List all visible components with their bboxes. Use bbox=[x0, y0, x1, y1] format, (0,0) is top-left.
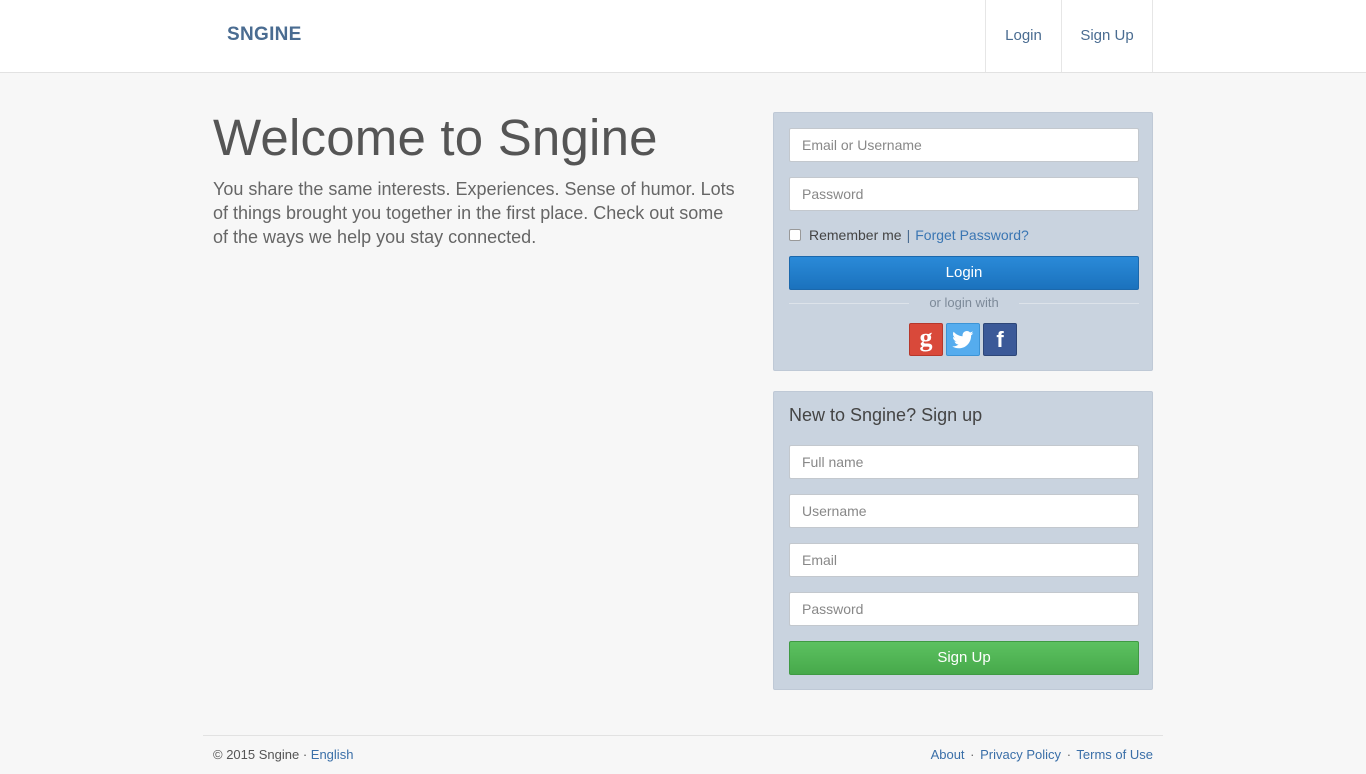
signup-email-input[interactable] bbox=[789, 543, 1139, 577]
login-panel: Remember me | Forget Password? Login or … bbox=[773, 112, 1153, 371]
google-login-button[interactable]: g bbox=[909, 323, 943, 356]
signup-username-input[interactable] bbox=[789, 494, 1139, 528]
signup-button[interactable]: Sign Up bbox=[789, 641, 1139, 675]
forget-password-link[interactable]: Forget Password? bbox=[915, 227, 1029, 243]
hero-description: You share the same interests. Experience… bbox=[213, 179, 735, 247]
about-link[interactable]: About bbox=[931, 747, 965, 762]
signup-fullname-input[interactable] bbox=[789, 445, 1139, 479]
facebook-icon: f bbox=[996, 326, 1004, 352]
remember-label: Remember me bbox=[809, 227, 902, 243]
twitter-icon bbox=[952, 330, 974, 348]
google-icon: g bbox=[919, 322, 933, 352]
twitter-login-button[interactable] bbox=[946, 323, 980, 356]
footer-divider bbox=[203, 735, 1163, 736]
signup-title: New to Sngine? Sign up bbox=[789, 405, 983, 425]
login-button[interactable]: Login bbox=[789, 256, 1139, 290]
footer-links: About · Privacy Policy · Terms of Use bbox=[931, 747, 1153, 762]
footer-left: © 2015 Sngine · English bbox=[213, 747, 353, 762]
facebook-login-button[interactable]: f bbox=[983, 323, 1017, 356]
signup-password-input[interactable] bbox=[789, 592, 1139, 626]
signup-panel: New to Sngine? Sign up Sign Up bbox=[773, 391, 1153, 690]
separator: | bbox=[906, 227, 911, 243]
copyright-text: © 2015 Sngine · bbox=[213, 747, 308, 762]
top-navbar: SNGINE Login Sign Up bbox=[0, 0, 1366, 73]
language-link[interactable]: English bbox=[311, 747, 354, 762]
login-username-input[interactable] bbox=[789, 128, 1139, 162]
footer-dot: · bbox=[970, 747, 975, 762]
privacy-policy-link[interactable]: Privacy Policy bbox=[980, 747, 1061, 762]
remember-checkbox[interactable] bbox=[789, 229, 801, 241]
footer-dot: · bbox=[1066, 747, 1072, 762]
nav-login-link[interactable]: Login bbox=[985, 0, 1061, 72]
nav-signup-link[interactable]: Sign Up bbox=[1061, 0, 1153, 72]
divider-line-right bbox=[1019, 303, 1139, 304]
terms-of-use-link[interactable]: Terms of Use bbox=[1076, 747, 1153, 762]
brand-logo[interactable]: SNGINE bbox=[227, 24, 302, 46]
login-password-input[interactable] bbox=[789, 177, 1139, 211]
remember-row: Remember me | Forget Password? bbox=[789, 227, 1029, 243]
social-divider: or login with bbox=[789, 295, 1139, 313]
page-title: Welcome to Sngine bbox=[213, 109, 658, 166]
